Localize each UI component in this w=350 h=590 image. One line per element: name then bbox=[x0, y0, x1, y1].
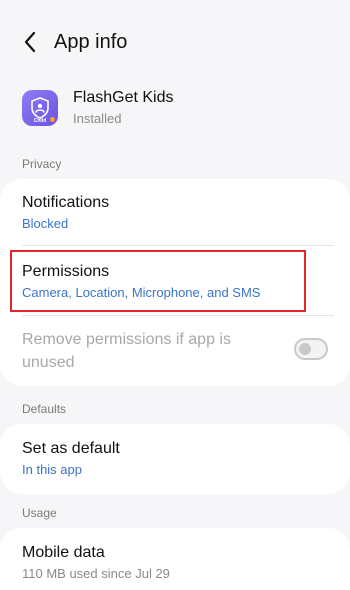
mobile-data-value: 110 MB used since Jul 29 bbox=[22, 566, 170, 581]
app-name: FlashGet Kids bbox=[73, 89, 174, 106]
permissions-item[interactable]: Permissions Camera, Location, Microphone… bbox=[22, 262, 328, 302]
toggle-knob bbox=[299, 343, 311, 355]
remove-permissions-toggle[interactable] bbox=[294, 338, 328, 360]
set-as-default-value: In this app bbox=[22, 462, 82, 477]
remove-permissions-item[interactable]: Remove permissions if app is unused bbox=[22, 328, 328, 374]
app-icon: Child bbox=[22, 90, 58, 126]
remove-permissions-title: Remove permissions if app is unused bbox=[22, 331, 231, 371]
app-identity: Child FlashGet Kids Installed bbox=[22, 88, 328, 128]
notifications-title: Notifications bbox=[22, 194, 110, 211]
app-icon-badge: Child bbox=[33, 118, 47, 124]
notifications-item[interactable]: Notifications Blocked bbox=[22, 193, 328, 233]
notifications-value: Blocked bbox=[22, 216, 69, 231]
app-icon-dot bbox=[50, 117, 55, 122]
mobile-data-title: Mobile data bbox=[22, 544, 105, 561]
header: App info bbox=[14, 22, 336, 62]
shield-icon bbox=[31, 97, 49, 119]
divider bbox=[22, 245, 334, 246]
section-label-usage: Usage bbox=[22, 506, 57, 520]
permissions-title: Permissions bbox=[22, 263, 110, 280]
app-info-screen: App info Child FlashGet Kids Installed P… bbox=[0, 0, 350, 590]
set-as-default-item[interactable]: Set as default In this app bbox=[22, 439, 328, 479]
chevron-left-icon bbox=[24, 31, 36, 53]
divider bbox=[22, 315, 334, 316]
app-text: FlashGet Kids Installed bbox=[73, 88, 173, 128]
page-title: App info bbox=[54, 30, 128, 53]
permissions-value: Camera, Location, Microphone, and SMS bbox=[22, 285, 261, 300]
section-label-defaults: Defaults bbox=[22, 402, 67, 416]
app-status: Installed bbox=[73, 111, 122, 126]
mobile-data-item[interactable]: Mobile data 110 MB used since Jul 29 bbox=[22, 543, 328, 583]
back-button[interactable] bbox=[14, 22, 46, 62]
set-as-default-title: Set as default bbox=[22, 440, 120, 457]
section-label-privacy: Privacy bbox=[22, 157, 62, 171]
